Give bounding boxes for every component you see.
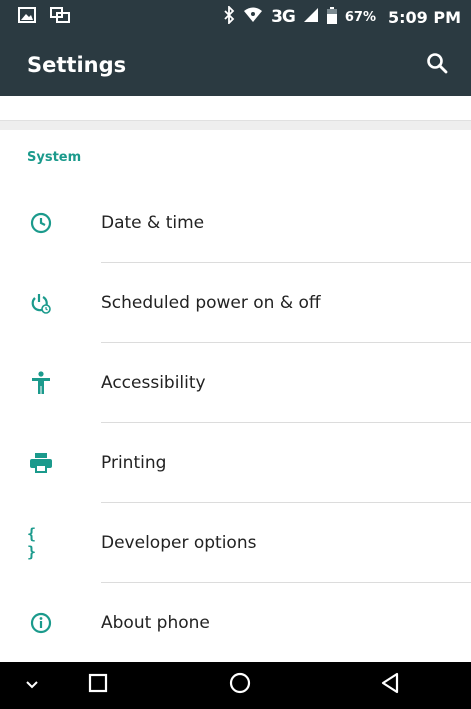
app-bar: Settings bbox=[0, 34, 471, 96]
page-title: Settings bbox=[27, 53, 127, 77]
settings-item-accessibility[interactable]: Accessibility bbox=[0, 343, 471, 423]
settings-list: Date & time Scheduled power on & off Acc… bbox=[0, 183, 471, 663]
back-icon bbox=[380, 672, 400, 699]
status-indicators: 3G 67% 5:09 PM bbox=[223, 4, 461, 28]
navigation-bar bbox=[0, 662, 471, 709]
home-button[interactable] bbox=[210, 662, 270, 709]
settings-item-label: Printing bbox=[101, 453, 167, 473]
status-notifications bbox=[18, 7, 70, 27]
settings-item-label: Date & time bbox=[101, 213, 205, 233]
settings-item-label: Developer options bbox=[101, 533, 257, 553]
section-divider bbox=[0, 120, 471, 130]
section-header-system: System bbox=[27, 150, 82, 165]
screen-notification-icon bbox=[50, 7, 70, 27]
settings-item-about-phone[interactable]: About phone bbox=[0, 583, 471, 663]
chevron-down-icon bbox=[25, 677, 39, 695]
code-braces-icon: { } bbox=[27, 525, 38, 561]
image-notification-icon bbox=[18, 7, 36, 27]
power-schedule-icon bbox=[27, 289, 55, 317]
printer-icon bbox=[27, 449, 55, 477]
battery-icon bbox=[326, 6, 337, 28]
bluetooth-icon bbox=[223, 4, 235, 28]
wifi-icon bbox=[243, 7, 263, 27]
settings-item-label: Accessibility bbox=[101, 373, 206, 393]
signal-icon bbox=[303, 7, 319, 27]
status-bar: 3G 67% 5:09 PM bbox=[0, 0, 471, 34]
recents-button[interactable] bbox=[68, 662, 128, 709]
back-button[interactable] bbox=[360, 662, 420, 709]
recents-icon bbox=[88, 673, 108, 698]
clock-icon bbox=[27, 209, 55, 237]
settings-item-label: About phone bbox=[101, 613, 210, 633]
settings-item-date-time[interactable]: Date & time bbox=[0, 183, 471, 263]
settings-item-label: Scheduled power on & off bbox=[101, 293, 321, 313]
hide-nav-button[interactable] bbox=[2, 662, 62, 709]
network-type: 3G bbox=[271, 7, 296, 27]
settings-item-scheduled-power[interactable]: Scheduled power on & off bbox=[0, 263, 471, 343]
battery-percent: 67% bbox=[344, 9, 376, 25]
accessibility-icon bbox=[27, 369, 55, 397]
info-icon bbox=[27, 609, 55, 637]
settings-item-developer-options[interactable]: { } Developer options bbox=[0, 503, 471, 583]
settings-item-printing[interactable]: Printing bbox=[0, 423, 471, 503]
search-button[interactable] bbox=[419, 47, 455, 83]
search-icon bbox=[426, 52, 448, 79]
status-clock: 5:09 PM bbox=[387, 7, 461, 27]
home-icon bbox=[229, 672, 251, 699]
previous-section-end bbox=[0, 96, 471, 122]
